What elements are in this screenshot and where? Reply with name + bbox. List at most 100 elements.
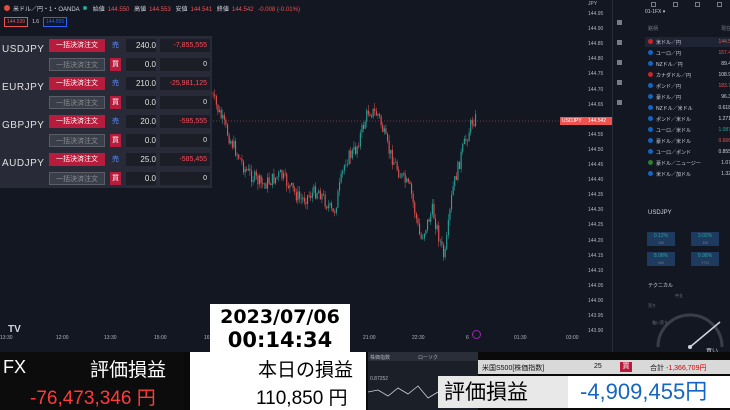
watchlist-item[interactable]: 米ドル／円 144.5 xyxy=(645,37,730,47)
candle-body xyxy=(233,140,235,148)
position-qty: 0.0 xyxy=(126,134,156,147)
watchlist-item[interactable]: ユーロ／円 157.4 xyxy=(645,48,730,58)
candle-body xyxy=(262,182,264,185)
perf-1m-value: 3.02% xyxy=(697,233,713,239)
candle-body xyxy=(427,219,429,231)
bulk-close-button[interactable]: 一括決済注文 xyxy=(49,153,105,166)
price-tick: 144.05 xyxy=(588,282,604,289)
watchlist-price: 144.5 xyxy=(718,39,730,45)
watchlist-item[interactable]: NZドル／米ドル 0.618 xyxy=(645,103,730,113)
position-line: 一括決済注文買 0.0 0 xyxy=(46,56,212,73)
buy-price-button[interactable]: 144.555 xyxy=(43,17,68,27)
more-options-icon[interactable] xyxy=(717,2,722,7)
candle-body xyxy=(321,194,323,200)
technicals-title[interactable]: テクニカル xyxy=(648,282,673,289)
candle-body xyxy=(239,158,241,160)
candle-body xyxy=(263,183,265,185)
candle-body xyxy=(409,181,411,184)
price-tick: 144.35 xyxy=(588,192,604,199)
watchlist-menu-icon[interactable] xyxy=(651,2,656,7)
sell-price-button[interactable]: 144.539 xyxy=(4,17,29,27)
watchlist-item[interactable]: 豪ドル／円 96.3 xyxy=(645,92,730,102)
watchlist-item[interactable]: ポンド／米ドル 1.271 xyxy=(645,114,730,124)
bulk-close-button[interactable]: 一括決済注文 xyxy=(49,172,105,185)
add-symbol-icon[interactable] xyxy=(673,2,678,7)
layout-icon[interactable] xyxy=(695,2,700,7)
watchlist-item[interactable]: 豪ドル／ニュージー 1.07 xyxy=(645,158,730,168)
position-line: 一括決済注文買 0.0 0 xyxy=(46,94,212,111)
watchlist-item[interactable]: カナダドル／円 108.9 xyxy=(645,70,730,80)
candle-body xyxy=(267,177,269,189)
candle-body xyxy=(380,115,382,126)
candle-body xyxy=(307,195,309,204)
candle-body xyxy=(332,208,334,212)
watchlist-item[interactable]: 豪ドル／米ドル 0.666 xyxy=(645,136,730,146)
chart-symbol[interactable]: 米ドル／円・1・OANDA xyxy=(4,4,87,13)
watchlist-title[interactable]: 01-1FX ▾ xyxy=(645,9,665,15)
candle-body xyxy=(230,141,232,144)
alerts-icon[interactable] xyxy=(617,40,622,45)
candle-body xyxy=(457,161,459,180)
position-line: 一括決済注文売 20.0 -595,555 xyxy=(46,113,212,130)
ohlc-low: 144.541 xyxy=(190,6,213,13)
watchlist-symbol-name: 豪ドル／米ドル xyxy=(656,139,692,145)
mini-tab-candle[interactable]: ローソク xyxy=(418,354,438,361)
goto-realtime-icon[interactable] xyxy=(472,330,481,339)
mini-tab-index[interactable]: 株価指数 xyxy=(370,354,390,361)
news-icon[interactable] xyxy=(617,60,622,65)
bulk-close-button[interactable]: 一括決済注文 xyxy=(49,96,105,109)
bulk-close-button[interactable]: 一括決済注文 xyxy=(49,134,105,147)
ohlc-close: 144.542 xyxy=(231,6,254,13)
candle-body xyxy=(271,173,273,186)
ohlc-change: -0.008 (-0.01%) xyxy=(258,6,300,13)
calendar-icon[interactable] xyxy=(617,80,622,85)
position-symbol: USDJPY xyxy=(2,44,45,55)
sp500-qty: 25 xyxy=(594,363,602,370)
currency-flag-icon xyxy=(648,138,653,143)
bulk-close-button[interactable]: 一括決済注文 xyxy=(49,39,105,52)
candle-body xyxy=(305,201,307,204)
candle-body xyxy=(235,140,237,156)
watchlist-item[interactable]: ユーロ／ポンド 0.855 xyxy=(645,147,730,157)
tradingview-logo[interactable]: TV xyxy=(8,324,21,335)
candle-body xyxy=(430,214,432,222)
price-tick: 144.70 xyxy=(588,86,604,93)
watchlist-item[interactable]: ユーロ／米ドル 1.087 xyxy=(645,125,730,135)
price-tick: 144.20 xyxy=(588,237,604,244)
side-badge: 売 xyxy=(112,156,119,163)
positions-panel: USDJPY 一括決済注文売 240.0 -7,855,555 一括決済注文買 0.0 0 E… xyxy=(0,36,212,188)
price-tick: 144.85 xyxy=(588,41,604,48)
time-tick: 6 xyxy=(466,335,469,341)
column-symbol[interactable]: 銘柄 xyxy=(648,25,658,32)
watchlist-item[interactable]: ポンド／円 183.7 xyxy=(645,81,730,91)
chat-icon[interactable] xyxy=(617,100,622,105)
candle-body xyxy=(228,135,230,144)
candle-body xyxy=(243,161,245,173)
symbol-price-tag: USDJPY xyxy=(560,117,586,125)
watchlist-icon[interactable] xyxy=(617,20,622,25)
candle-body xyxy=(431,203,433,215)
candle-body xyxy=(276,176,278,178)
column-price[interactable]: 現在 xyxy=(721,25,730,32)
bulk-close-button[interactable]: 一括決済注文 xyxy=(49,77,105,90)
candle-body xyxy=(323,194,325,195)
ohlc-low-key: 安値 xyxy=(175,6,188,13)
candle-body xyxy=(436,225,438,230)
price-axis[interactable]: JPY 144.95 144.90 144.85 144.80 144.75 144.70 1… xyxy=(586,0,612,352)
position-qty: 210.0 xyxy=(126,77,156,90)
candle-body xyxy=(287,186,289,188)
candle-body xyxy=(342,170,344,174)
candle-body xyxy=(415,213,417,219)
candle-body xyxy=(387,133,389,141)
watchlist-symbol-name: ポンド／米ドル xyxy=(656,117,692,123)
watchlist-item[interactable]: 米ドル／加ドル 1.32 xyxy=(645,169,730,179)
side-badge: 売 xyxy=(112,42,119,49)
ohlc-high-key: 高値 xyxy=(134,6,147,13)
bulk-close-button[interactable]: 一括決済注文 xyxy=(49,115,105,128)
candle-body xyxy=(279,170,281,173)
bulk-close-button[interactable]: 一括決済注文 xyxy=(49,58,105,71)
position-qty: 25.0 xyxy=(126,153,156,166)
price-tick: 144.00 xyxy=(588,297,604,304)
watchlist-item[interactable]: NZドル／円 89.4 xyxy=(645,59,730,69)
sp500-total-value: -1,366,709円 xyxy=(666,365,707,372)
